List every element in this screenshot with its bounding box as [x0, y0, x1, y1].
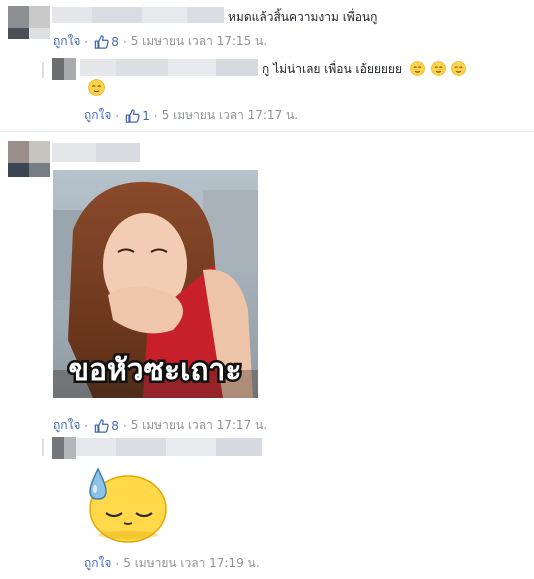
- avatar[interactable]: [52, 437, 76, 459]
- avatar[interactable]: [52, 58, 76, 80]
- author-name-blurred[interactable]: [52, 143, 140, 162]
- avatar[interactable]: [8, 141, 50, 177]
- sticker[interactable]: [82, 463, 172, 543]
- sweat-drop-face-sticker: [89, 467, 167, 543]
- author-name-blurred[interactable]: [80, 59, 258, 76]
- thumbs-up-icon[interactable]: [94, 418, 109, 433]
- laughing-woman-photo: ขอหัวซะเถาะ: [53, 170, 258, 398]
- like-count[interactable]: 8: [111, 35, 119, 49]
- comment-actions: ถูกใจ · 1 · 5 เมษายน เวลา 17:17 น.: [84, 106, 298, 125]
- comment-actions: ถูกใจ · 5 เมษายน เวลา 17:19 น.: [84, 554, 260, 573]
- comment-text: หมดแล้วสิ้นความงาม เพื่อนกู: [228, 10, 378, 24]
- divider: [0, 131, 534, 132]
- like-link[interactable]: ถูกใจ: [53, 416, 80, 435]
- timestamp[interactable]: 5 เมษายน เวลา 17:17 น.: [162, 106, 298, 125]
- like-link[interactable]: ถูกใจ: [84, 106, 111, 125]
- timestamp[interactable]: 5 เมษายน เวลา 17:15 น.: [131, 32, 267, 51]
- reply-indicator: [42, 62, 44, 78]
- relieved-face-icon: [451, 61, 467, 76]
- author-name-blurred[interactable]: [52, 7, 224, 23]
- author-name-blurred[interactable]: [76, 438, 262, 456]
- comment-photo[interactable]: ขอหัวซะเถาะ: [53, 170, 258, 398]
- comment-actions: ถูกใจ · 8 · 5 เมษายน เวลา 17:17 น.: [53, 416, 267, 435]
- reply-indicator: [42, 439, 44, 456]
- avatar[interactable]: [8, 6, 50, 39]
- like-link[interactable]: ถูกใจ: [84, 554, 111, 573]
- like-count[interactable]: 8: [111, 419, 119, 433]
- like-count[interactable]: 1: [142, 109, 150, 123]
- thumbs-up-icon[interactable]: [94, 34, 109, 49]
- comment-actions: ถูกใจ · 8 · 5 เมษายน เวลา 17:15 น.: [53, 32, 267, 51]
- timestamp[interactable]: 5 เมษายน เวลา 17:17 น.: [131, 416, 267, 435]
- like-link[interactable]: ถูกใจ: [53, 32, 80, 51]
- relieved-face-icon: [430, 61, 446, 76]
- comment-text: กู ไม่น่าเลย เพื่อน เอ้ยยยยย: [262, 60, 467, 79]
- photo-caption: ขอหัวซะเถาะ: [69, 353, 242, 388]
- thumbs-up-icon[interactable]: [125, 108, 140, 123]
- relieved-face-icon: [88, 79, 105, 96]
- relieved-face-icon: [409, 61, 425, 76]
- timestamp[interactable]: 5 เมษายน เวลา 17:19 น.: [123, 554, 259, 573]
